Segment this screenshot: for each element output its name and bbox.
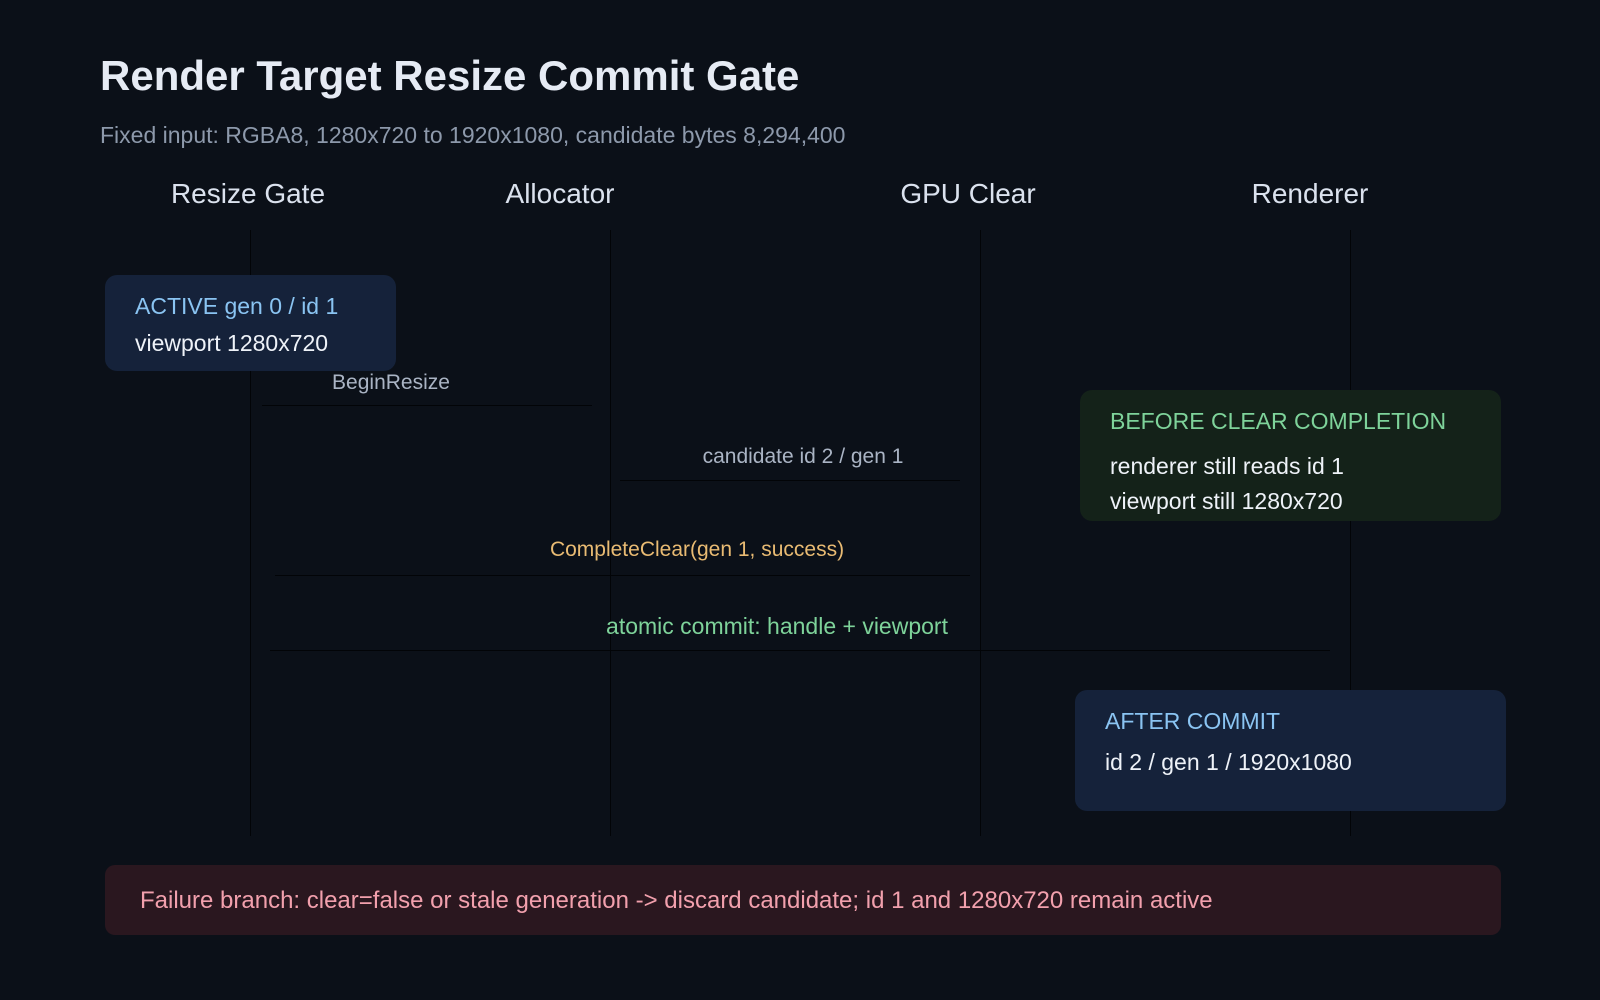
active-state-box: ACTIVE gen 0 / id 1 viewport 1280x720 bbox=[105, 275, 396, 371]
page-title: Render Target Resize Commit Gate bbox=[100, 52, 800, 99]
before-clear-line-1: renderer still reads id 1 bbox=[1110, 453, 1344, 479]
message-atomic-commit-label: atomic commit: handle + viewport bbox=[606, 613, 948, 639]
lifeline-gpu-clear bbox=[980, 230, 981, 836]
before-clear-line-2: viewport still 1280x720 bbox=[1110, 488, 1343, 514]
after-commit-line: id 2 / gen 1 / 1920x1080 bbox=[1105, 749, 1352, 775]
message-atomic-commit-arrow bbox=[270, 650, 1330, 651]
message-complete-clear-arrow bbox=[275, 575, 970, 576]
message-candidate-arrow bbox=[620, 480, 960, 481]
message-complete-clear-label: CompleteClear(gen 1, success) bbox=[549, 538, 845, 561]
lane-label-resize-gate: Resize Gate bbox=[170, 178, 326, 209]
lifeline-allocator bbox=[610, 230, 611, 836]
lane-label-allocator: Allocator bbox=[505, 178, 615, 209]
active-state-viewport: viewport 1280x720 bbox=[135, 330, 329, 356]
after-commit-head: AFTER COMMIT bbox=[1105, 708, 1281, 734]
message-begin-resize-label: BeginResize bbox=[332, 371, 450, 394]
after-commit-box: AFTER COMMIT id 2 / gen 1 / 1920x1080 bbox=[1075, 690, 1506, 811]
before-clear-head: BEFORE CLEAR COMPLETION bbox=[1110, 408, 1447, 434]
active-state-head: ACTIVE gen 0 / id 1 bbox=[135, 293, 339, 319]
before-clear-box: BEFORE CLEAR COMPLETION renderer still r… bbox=[1080, 390, 1501, 521]
lane-label-renderer: Renderer bbox=[1251, 178, 1369, 209]
failure-branch-banner: Failure branch: clear=false or stale gen… bbox=[105, 865, 1501, 935]
lane-label-gpu-clear: GPU Clear bbox=[900, 178, 1036, 209]
message-begin-resize-arrow bbox=[262, 405, 592, 406]
message-candidate-label: candidate id 2 / gen 1 bbox=[702, 445, 904, 468]
page-subtitle: Fixed input: RGBA8, 1280x720 to 1920x108… bbox=[100, 122, 846, 148]
